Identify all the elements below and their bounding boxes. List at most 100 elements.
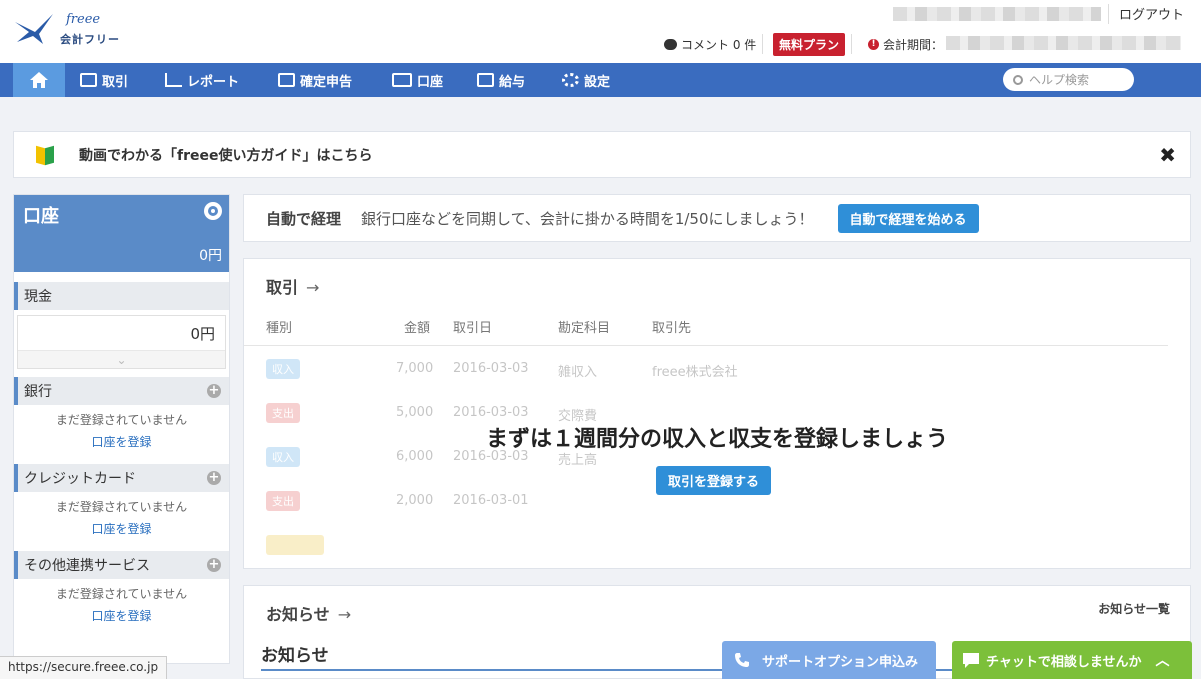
inbox-icon (80, 73, 97, 87)
status-bar-url: https://secure.freee.co.jp (0, 656, 168, 679)
logo-word: freee (66, 12, 101, 27)
account-cell: 雑収入 (558, 365, 598, 380)
chart-icon (165, 73, 182, 87)
card-title-label: お知らせ (266, 605, 330, 624)
fiscal-period[interactable]: ! 会計期間： (868, 33, 943, 55)
other-services-section-header: その他連携サービス + (14, 551, 229, 579)
start-auto-accounting-button[interactable]: 自動で経理を始める (837, 203, 979, 233)
card-title-label: 取引 (266, 278, 299, 297)
news-subheading: お知らせ (261, 646, 329, 666)
date-cell: 2016-03-03 (453, 361, 529, 376)
divider (851, 34, 853, 54)
register-account-link[interactable]: 口座を登録 (14, 605, 229, 627)
type-badge: 支出 (266, 403, 300, 423)
section-label: クレジットカード (24, 471, 136, 487)
search-icon (1013, 74, 1023, 85)
user-name-blurred (893, 7, 1101, 21)
guide-banner[interactable]: 動画でわかる「freee使い方ガイド」はこちら ✖ (13, 131, 1191, 178)
auto-description: 銀行口座などを同期して、会計に掛かる時間を1/50にしましょう！ (361, 209, 814, 228)
table-row: 支出 2,000 2016-03-01 (244, 491, 1190, 535)
partner-cell: freee株式会社 (652, 365, 738, 380)
phone-icon (735, 653, 749, 667)
column-header: 種別 (266, 321, 293, 336)
comment-counter[interactable]: コメント 0 件 (664, 33, 769, 55)
section-label: その他連携サービス (24, 558, 150, 574)
column-header: 金額 (404, 321, 431, 336)
alert-icon: ! (868, 38, 879, 50)
news-list-link[interactable]: お知らせ一覧 (1098, 600, 1170, 617)
transactions-card: 取引 → 種別 金額 取引日 勘定科目 取引先 収入 7,000 2016-03-… (243, 258, 1191, 569)
auto-accounting-banner: 自動で経理 銀行口座などを同期して、会計に掛かる時間を1/50にしましょう！ 自… (243, 194, 1191, 242)
register-account-link[interactable]: 口座を登録 (14, 518, 229, 540)
add-icon[interactable]: + (207, 471, 221, 485)
top-header: freee 会計フリー ログアウト コメント 0 件 無料プラン ! 会計期間： (0, 0, 1201, 63)
nav-payroll[interactable]: 給与 (477, 63, 525, 97)
type-badge: 収入 (266, 359, 300, 379)
register-account-link[interactable]: 口座を登録 (14, 431, 229, 453)
table-row (244, 535, 1190, 568)
column-header: 取引日 (453, 321, 493, 336)
section-label: 現金 (24, 289, 52, 305)
nav-label: レポート (187, 74, 240, 90)
arrow-right-icon: → (306, 278, 320, 297)
fiscal-period-value-blurred (946, 36, 1181, 50)
arrow-right-icon: → (337, 605, 352, 624)
chevron-up-icon[interactable]: ︿ (1155, 650, 1169, 670)
chat-label: チャットで相談しませんか (986, 654, 1142, 670)
register-transaction-button[interactable]: 取引を登録する (656, 466, 772, 495)
guide-text[interactable]: 動画でわかる「freee使い方ガイド」はこちら (79, 145, 372, 165)
accounts-header: 口座 0円 (14, 195, 229, 272)
logout-link[interactable]: ログアウト (1108, 4, 1184, 24)
type-badge: 支出 (266, 491, 300, 511)
add-icon[interactable]: + (207, 558, 221, 572)
column-header: 取引先 (652, 321, 692, 336)
nav-label: 設定 (584, 74, 611, 90)
plan-area: 無料プラン (773, 32, 858, 56)
amount-cell: 7,000 (396, 361, 434, 376)
news-title[interactable]: お知らせ → (266, 601, 351, 625)
section-label: 銀行 (24, 384, 52, 400)
free-plan-badge[interactable]: 無料プラン (773, 32, 846, 56)
nav-settings[interactable]: 設定 (562, 63, 610, 97)
chat-bubble-icon (963, 653, 979, 668)
bank-section-header: 銀行 + (14, 377, 229, 405)
nav-label: 取引 (102, 74, 129, 90)
cash-amount: 0円 (190, 325, 215, 343)
comment-icon (664, 38, 677, 50)
nav-reports[interactable]: レポート (165, 63, 239, 97)
date-cell: 2016-03-03 (453, 405, 529, 420)
auto-title: 自動で経理 (266, 209, 342, 228)
support-option-button[interactable]: サポートオプション申込み (722, 641, 936, 679)
accounts-sidebar: 口座 0円 現金 0円 ⌄ 銀行 + まだ登録されていません 口座を登録 クレジ… (13, 194, 230, 664)
gear-icon[interactable] (204, 202, 222, 220)
chat-button[interactable]: チャットで相談しませんか ︿ (952, 641, 1192, 679)
empty-note: まだ登録されていません (55, 413, 188, 427)
search-input[interactable]: ヘルプ検索 (1029, 71, 1089, 88)
table-row: 収入 7,000 2016-03-03 雑収入 freee株式会社 (244, 359, 1190, 403)
nav-label: 口座 (417, 74, 444, 90)
calendar-icon (477, 73, 494, 87)
nav-tax-return[interactable]: 確定申告 (278, 63, 352, 97)
type-badge (266, 535, 324, 555)
date-cell: 2016-03-01 (453, 493, 529, 508)
cash-account-box[interactable]: 0円 ⌄ (17, 315, 226, 369)
transactions-title[interactable]: 取引 → (266, 274, 319, 298)
freee-logo[interactable]: freee 会計フリー (13, 8, 123, 48)
nav-transactions[interactable]: 取引 (80, 63, 128, 97)
accounts-total: 0円 (199, 248, 222, 264)
comment-label: コメント 0 件 (681, 37, 757, 52)
help-search[interactable]: ヘルプ検索 (1003, 68, 1134, 91)
nav-home[interactable] (13, 63, 65, 97)
accounts-title: 口座 (23, 206, 59, 227)
add-icon[interactable]: + (207, 384, 221, 398)
beginner-mark-icon (36, 145, 54, 165)
column-header: 勘定科目 (558, 321, 611, 336)
nav-accounts[interactable]: 口座 (392, 63, 443, 97)
close-icon[interactable]: ✖ (1159, 143, 1176, 167)
amount-cell: 5,000 (396, 405, 434, 420)
amount-cell: 2,000 (396, 493, 434, 508)
chevron-down-icon[interactable]: ⌄ (18, 350, 225, 368)
credit-card-section-header: クレジットカード + (14, 464, 229, 492)
empty-note: まだ登録されていません (55, 587, 188, 601)
fiscal-period-label: 会計期間： (883, 37, 944, 52)
